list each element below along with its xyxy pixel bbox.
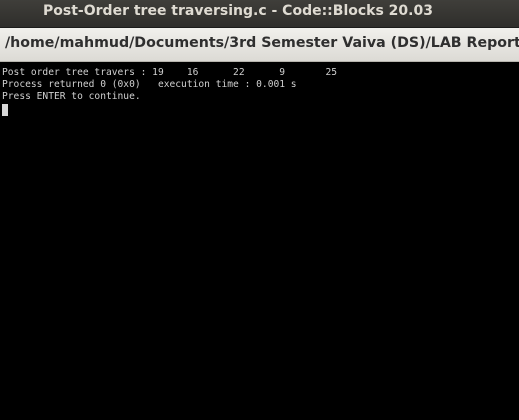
text-cursor (2, 104, 8, 116)
terminal-window: Post-Order tree traversing.c - Code::Blo… (0, 0, 519, 420)
path-bar: /home/mahmud/Documents/3rd Semester Vaiv… (0, 28, 519, 62)
window-title: Post-Order tree traversing.c - Code::Blo… (43, 3, 433, 19)
output-line-press-enter: Press ENTER to continue. (2, 91, 141, 102)
window-titlebar[interactable]: Post-Order tree traversing.c - Code::Blo… (0, 0, 519, 28)
output-line-traversal-result: Post order tree travers : 19 16 22 9 25 (2, 67, 338, 78)
working-directory-path: /home/mahmud/Documents/3rd Semester Vaiv… (5, 35, 519, 51)
terminal-output[interactable]: Post order tree travers : 19 16 22 9 25 … (0, 62, 519, 420)
output-line-process-returned: Process returned 0 (0x0) execution time … (2, 79, 297, 90)
